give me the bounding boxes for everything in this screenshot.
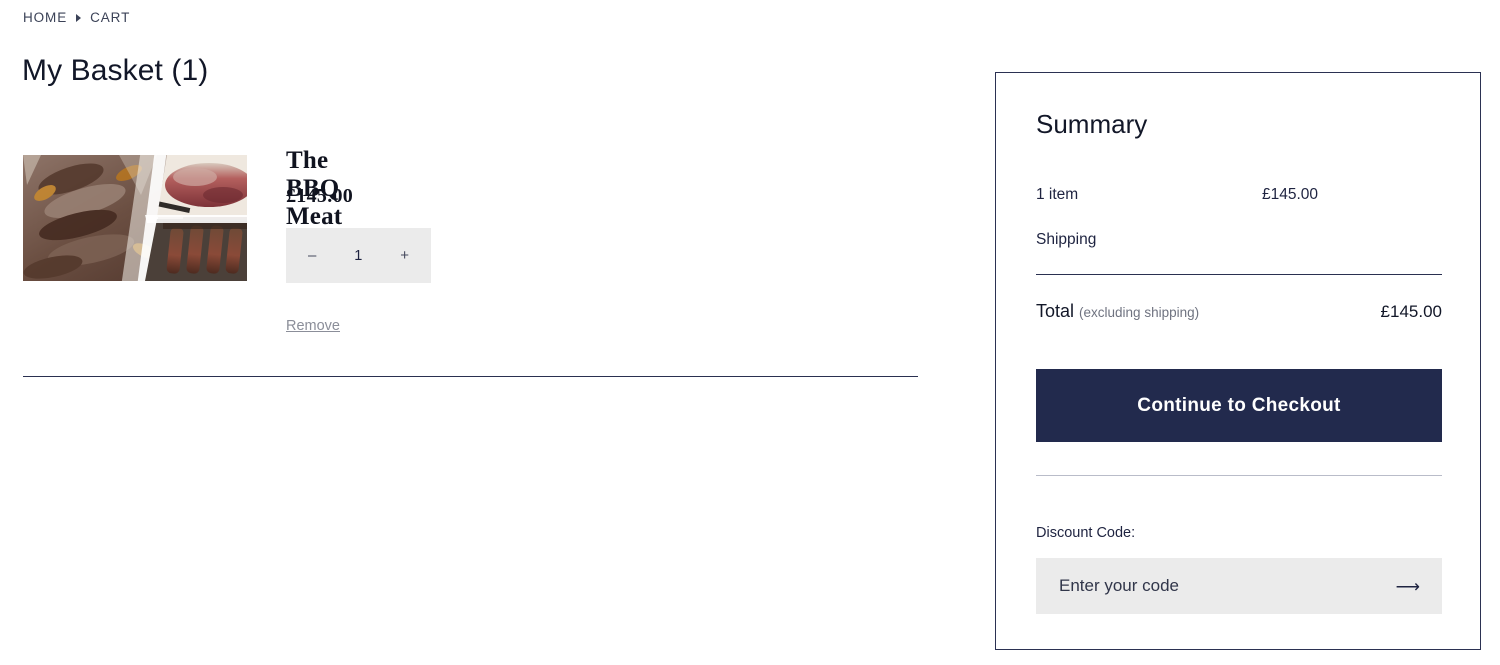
arrow-right-icon[interactable]: ⟶ — [1396, 578, 1420, 595]
summary-row-total: Total (excluding shipping) £145.00 — [1036, 301, 1442, 322]
summary-divider-bottom — [1036, 475, 1442, 476]
summary-divider-top — [1036, 274, 1442, 275]
summary-item-count-label: 1 item — [1036, 186, 1079, 203]
breadcrumb-home-link[interactable]: HOME — [23, 10, 67, 25]
triangle-right-icon — [76, 13, 82, 22]
quantity-stepper[interactable]: – 1 + — [286, 228, 431, 283]
summary-title: Summary — [1036, 109, 1148, 139]
cart-item-image[interactable] — [23, 155, 247, 281]
order-summary-card: Summary 1 item £145.00 Shipping Total (ex… — [995, 72, 1481, 650]
quantity-value: 1 — [354, 247, 363, 264]
summary-total-label: Total — [1036, 301, 1075, 321]
quantity-increase-button[interactable]: + — [394, 244, 415, 267]
quantity-decrease-button[interactable]: – — [302, 244, 322, 267]
summary-total-value: £145.00 — [1380, 302, 1442, 321]
continue-to-checkout-button[interactable]: Continue to Checkout — [1036, 369, 1442, 442]
cart-item-price: £145.00 — [286, 185, 354, 207]
discount-code-label: Discount Code: — [1036, 525, 1136, 541]
cart-divider — [23, 376, 918, 377]
breadcrumb: HOME CART — [23, 10, 130, 25]
summary-total-note: (excluding shipping) — [1079, 305, 1200, 320]
discount-code-field[interactable]: ⟶ — [1036, 558, 1442, 614]
page-title: My Basket (1) — [22, 54, 209, 87]
summary-shipping-label: Shipping — [1036, 231, 1097, 248]
summary-row-item-count: 1 item £145.00 — [1036, 186, 1442, 204]
breadcrumb-current: CART — [90, 10, 131, 25]
summary-row-shipping: Shipping — [1036, 231, 1442, 249]
summary-item-count-value: £145.00 — [1262, 186, 1319, 203]
discount-code-input[interactable] — [1057, 575, 1377, 597]
remove-item-link[interactable]: Remove — [286, 318, 340, 334]
